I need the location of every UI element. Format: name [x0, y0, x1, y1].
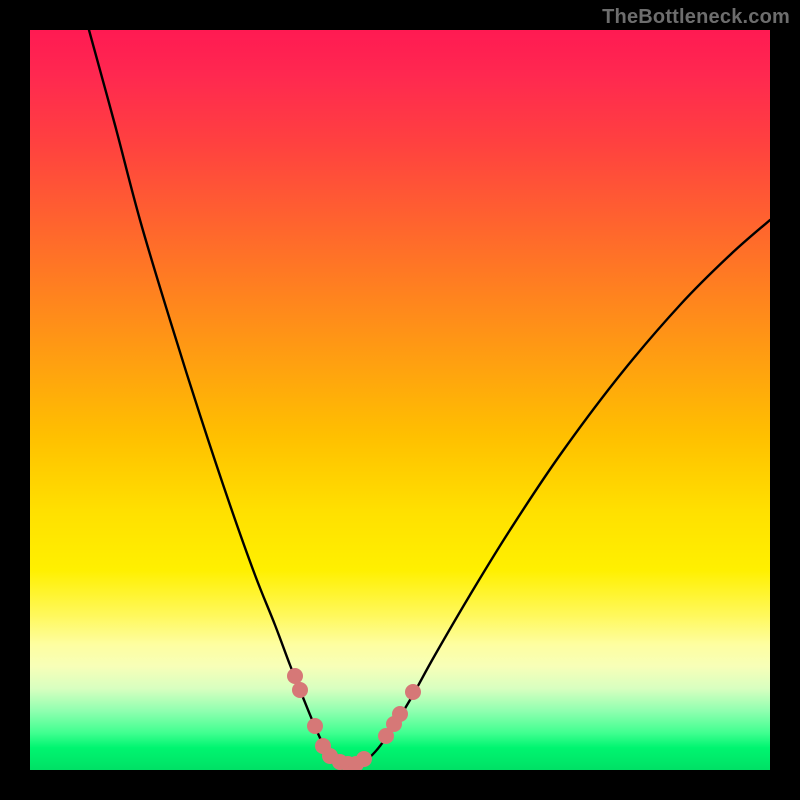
marker-point	[292, 682, 308, 698]
marker-point	[287, 668, 303, 684]
chart-container: TheBottleneck.com	[0, 0, 800, 800]
curves-group	[89, 30, 770, 766]
left-curve	[89, 30, 350, 766]
watermark: TheBottleneck.com	[602, 6, 790, 29]
markers-group	[287, 668, 421, 770]
curve-svg	[30, 30, 770, 770]
plot-area	[30, 30, 770, 770]
marker-point	[405, 684, 421, 700]
marker-point	[356, 751, 372, 767]
marker-point	[392, 706, 408, 722]
marker-point	[307, 718, 323, 734]
